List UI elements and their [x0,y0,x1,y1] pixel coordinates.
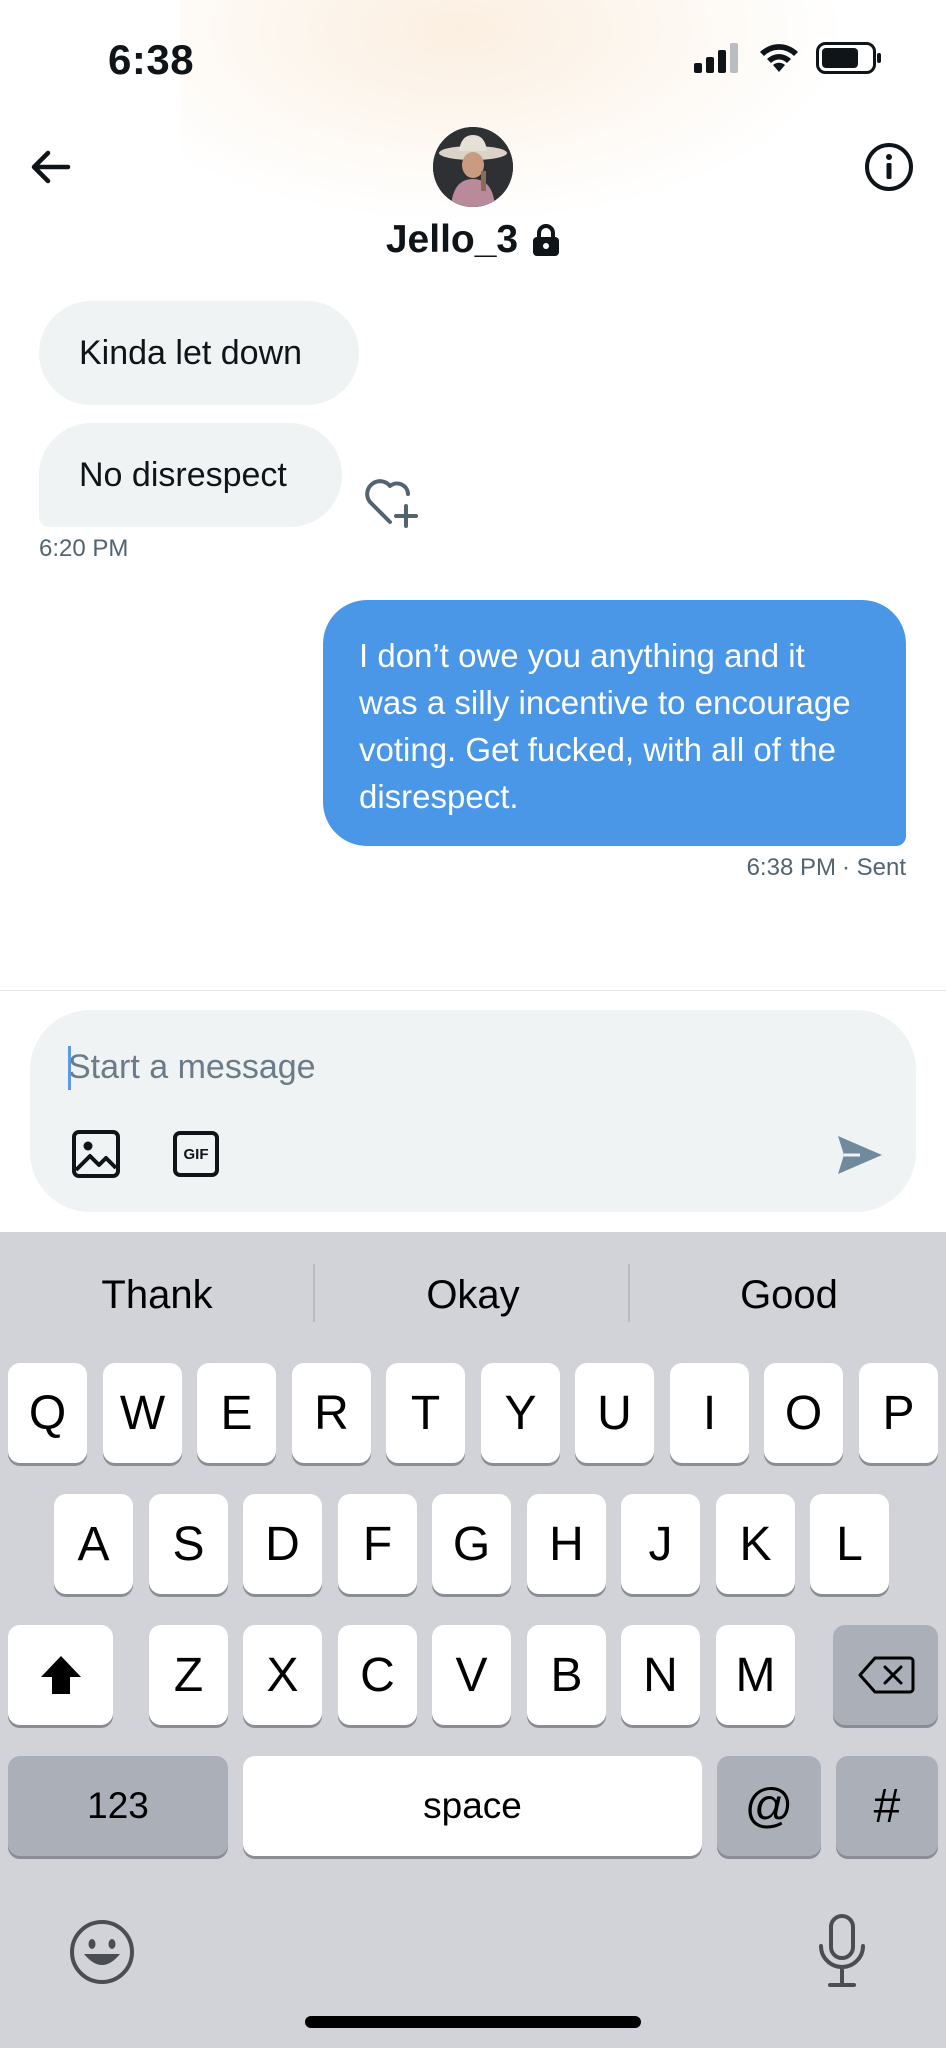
backspace-key[interactable] [833,1625,938,1725]
suggestion-3[interactable]: Good [632,1232,946,1358]
key-h[interactable]: H [527,1494,606,1594]
gif-button[interactable]: GIF [172,1130,220,1178]
key-f[interactable]: F [338,1494,417,1594]
username: Jello_3 [385,218,519,261]
info-icon [865,143,913,191]
back-button[interactable] [24,140,78,194]
key-s[interactable]: S [149,1494,228,1594]
message-bubble-incoming[interactable]: Kinda let down [39,301,359,405]
dictation-button[interactable] [812,1912,872,1992]
arrow-left-icon [31,150,71,184]
backspace-icon [858,1656,914,1694]
send-icon [838,1136,882,1174]
message-timestamp: 6:20 PM [39,535,129,562]
microphone-icon [819,1914,865,1987]
info-button[interactable] [862,140,916,194]
home-indicator[interactable] [305,2016,641,2028]
text-cursor [68,1046,71,1090]
key-t[interactable]: T [386,1363,465,1463]
key-b[interactable]: B [527,1625,606,1725]
suggestion-separator [313,1264,315,1322]
wifi-icon [760,44,798,72]
emoji-icon [70,1920,134,1984]
hash-key[interactable]: # [836,1756,938,1856]
message-bubble-outgoing[interactable]: I don’t owe you anything and it was a si… [323,600,906,846]
message-timestamp: 6:38 PM [746,854,836,881]
at-key[interactable]: @ [717,1756,821,1856]
key-c[interactable]: C [338,1625,417,1725]
key-r[interactable]: R [292,1363,371,1463]
key-n[interactable]: N [621,1625,700,1725]
sent-status: · Sent [841,854,906,881]
suggestion-2[interactable]: Okay [316,1232,630,1358]
lock-icon [533,224,560,256]
divider [0,990,946,991]
numbers-key[interactable]: 123 [8,1756,228,1856]
key-j[interactable]: J [621,1494,700,1594]
key-o[interactable]: O [764,1363,843,1463]
battery-icon [816,42,881,74]
add-media-button[interactable] [70,1128,122,1180]
key-x[interactable]: X [243,1625,322,1725]
key-v[interactable]: V [432,1625,511,1725]
shift-key[interactable] [8,1625,113,1725]
key-k[interactable]: K [716,1494,795,1594]
message-composer: GIF [30,1010,916,1212]
key-y[interactable]: Y [481,1363,560,1463]
key-g[interactable]: G [432,1494,511,1594]
emoji-button[interactable] [68,1918,136,1986]
message-input[interactable] [68,1040,768,1094]
shift-icon [40,1656,81,1694]
react-button[interactable] [360,472,420,532]
message-bubble-incoming[interactable]: No disrespect [39,423,342,527]
key-u[interactable]: U [575,1363,654,1463]
space-key[interactable]: space [243,1756,702,1856]
suggestion-1[interactable]: Thank [0,1232,314,1358]
heart-plus-icon [365,479,418,528]
key-l[interactable]: L [810,1494,889,1594]
keyboard: Thank Okay Good Q W E R T Y U I O P A S … [0,1232,946,2048]
key-z[interactable]: Z [149,1625,228,1725]
image-icon [72,1130,120,1178]
key-p[interactable]: P [859,1363,938,1463]
suggestion-separator [628,1264,630,1322]
status-time: 6:38 [108,36,195,83]
key-a[interactable]: A [54,1494,133,1594]
key-m[interactable]: M [716,1625,795,1725]
key-i[interactable]: I [670,1363,749,1463]
send-button[interactable] [832,1128,886,1182]
message-status: 6:38 PM · Sent [747,854,906,882]
key-w[interactable]: W [103,1363,182,1463]
key-d[interactable]: D [243,1494,322,1594]
cellular-signal-icon [694,43,738,73]
avatar[interactable] [433,127,513,207]
conversation-title: Jello_3 [0,218,946,262]
key-q[interactable]: Q [8,1363,87,1463]
gif-label: GIF [183,1145,209,1163]
status-icons [694,42,882,74]
key-e[interactable]: E [197,1363,276,1463]
